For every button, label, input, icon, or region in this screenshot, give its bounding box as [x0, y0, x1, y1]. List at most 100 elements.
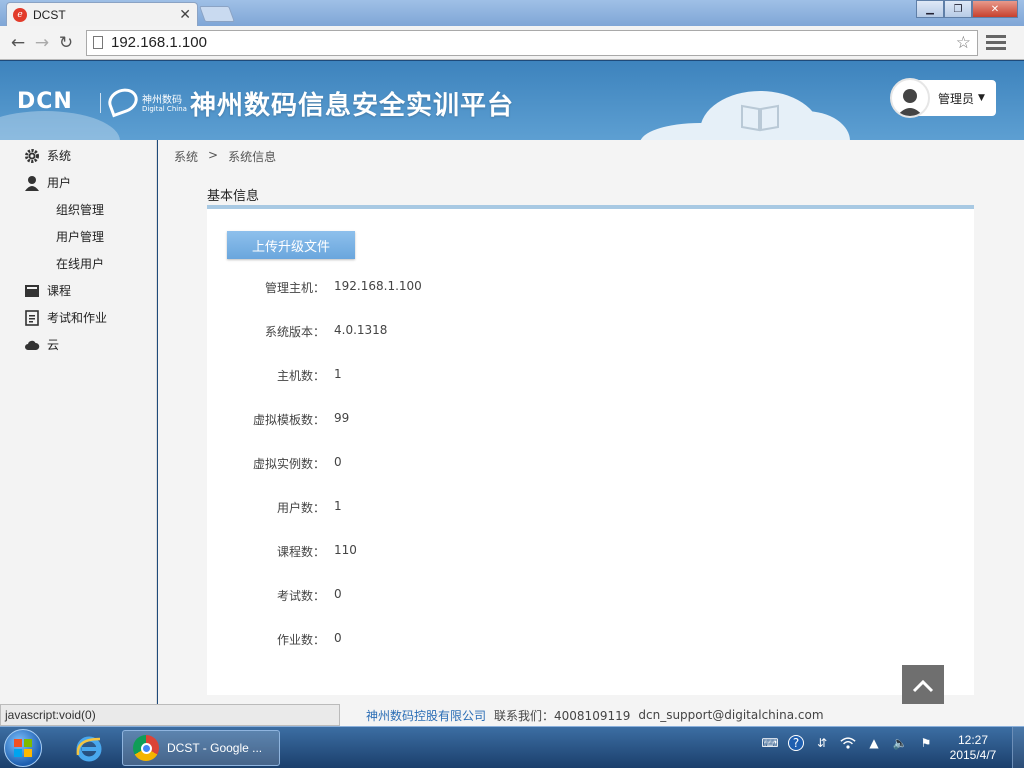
- exam-icon: [24, 309, 40, 326]
- windows-logo-icon: [14, 739, 32, 757]
- info-row: 管理主机： 192.168.1.100: [207, 279, 707, 295]
- new-tab-button[interactable]: [199, 6, 235, 22]
- sidebar-item-user[interactable]: 用户: [24, 174, 71, 191]
- user-menu[interactable]: 管理员 ▼: [890, 78, 996, 118]
- sidebar-item-course[interactable]: 课程: [24, 282, 71, 299]
- info-row: 作业数： 0: [207, 631, 707, 647]
- basic-info-panel: 上传升级文件 管理主机： 192.168.1.100 系统版本： 4.0.131…: [207, 205, 974, 695]
- chevron-up-icon: [912, 679, 934, 693]
- avatar-icon: [890, 78, 930, 118]
- info-value: 99: [334, 411, 350, 425]
- caret-down-icon: ▼: [978, 93, 985, 103]
- bookmark-star-icon[interactable]: ☆: [956, 33, 971, 53]
- info-value: 1: [334, 367, 342, 381]
- address-bar[interactable]: 192.168.1.100 ☆: [86, 29, 978, 56]
- info-label: 虚拟实例数：: [252, 457, 325, 471]
- scroll-to-top-button[interactable]: [902, 665, 944, 707]
- info-row: 用户数： 1: [207, 499, 707, 515]
- reload-icon[interactable]: ↻: [54, 31, 78, 55]
- info-label: 课程数：: [276, 545, 325, 559]
- sidebar-item-cloud[interactable]: 云: [24, 336, 59, 353]
- keyboard-icon[interactable]: ⌨: [761, 735, 778, 751]
- taskbar-chrome-label: DCST - Google ...: [167, 741, 263, 755]
- course-icon: [24, 283, 40, 299]
- close-window-button[interactable]: ✕: [972, 0, 1018, 18]
- brand-cn: 神州数码: [142, 95, 182, 106]
- info-value: 110: [334, 543, 357, 557]
- info-row: 主机数： 1: [207, 367, 707, 383]
- start-button[interactable]: [4, 729, 42, 767]
- sidebar-item-label: 考试和作业: [47, 311, 108, 325]
- footer-contact: 联系我们：4008109119: [494, 708, 631, 723]
- network-flag-icon[interactable]: ⚑: [918, 735, 934, 751]
- tab-close-icon[interactable]: ✕: [179, 7, 191, 23]
- user-icon: [24, 175, 40, 191]
- breadcrumb-separator: >: [208, 148, 219, 162]
- book-icon: [741, 104, 779, 132]
- upload-upgrade-file-button[interactable]: 上传升级文件: [227, 231, 355, 259]
- breadcrumb-root[interactable]: 系统: [174, 148, 198, 165]
- minimize-button[interactable]: ▁: [916, 0, 944, 18]
- window-controls: ▁ ❐ ✕: [916, 0, 1018, 18]
- sidebar-item-label: 云: [47, 338, 60, 352]
- clock-time: 12:27: [957, 733, 989, 747]
- sidebar-item-online-users[interactable]: 在线用户: [56, 255, 104, 272]
- dcn-logo: DCN: [17, 89, 73, 114]
- main-content: 系统 > 系统信息 基本信息 上传升级文件 管理主机： 192.168.1.10…: [158, 140, 1024, 707]
- sidebar-item-user-management[interactable]: 用户管理: [56, 228, 104, 245]
- sidebar-item-label: 用户: [47, 176, 72, 190]
- tab-title: DCST: [33, 7, 66, 22]
- taskbar-clock[interactable]: 12:27 2015/4/7: [940, 733, 1006, 763]
- site-favicon-icon: e: [13, 7, 27, 22]
- info-value: 4.0.1318: [334, 323, 388, 337]
- clock-date: 2015/4/7: [949, 748, 997, 762]
- url-text[interactable]: 192.168.1.100: [111, 34, 956, 51]
- logo-divider: [100, 93, 101, 113]
- footer-company-link[interactable]: 神州数码控股有限公司: [366, 707, 486, 724]
- breadcrumb-current: 系统信息: [228, 150, 277, 164]
- browser-status-bar: javascript:void(0): [0, 704, 340, 726]
- brand-en: Digital China: [142, 105, 187, 113]
- user-name: 管理员: [938, 91, 975, 106]
- taskbar-chrome-button[interactable]: DCST - Google ...: [122, 730, 280, 766]
- sidebar-item-label: 课程: [47, 284, 72, 298]
- forward-arrow-icon[interactable]: →: [30, 31, 54, 55]
- info-value: 0: [334, 587, 342, 601]
- info-row: 系统版本： 4.0.1318: [207, 323, 707, 339]
- sidebar-item-exam[interactable]: 考试和作业: [24, 309, 107, 326]
- volume-icon[interactable]: 🔈: [892, 735, 908, 751]
- help-icon[interactable]: ?: [788, 735, 804, 751]
- footer-email: dcn_support@digitalchina.com: [638, 708, 824, 722]
- windows-taskbar: DCST - Google ... ⌨ ? ⇵ ▲ 🔈 ⚑ 12:27 2015…: [0, 726, 1024, 768]
- settings-small-icon[interactable]: ⇵: [814, 735, 830, 751]
- sidebar-item-system[interactable]: 系统: [24, 147, 71, 164]
- section-title: 基本信息: [207, 189, 260, 204]
- info-value: 0: [334, 631, 342, 645]
- info-row: 虚拟模板数： 99: [207, 411, 707, 427]
- info-value: 192.168.1.100: [334, 279, 422, 293]
- app-header: DCN 神州数码 Digital China 神州数码信息安全实训平台: [0, 61, 1024, 140]
- page-icon: [93, 36, 103, 49]
- info-label: 虚拟模板数：: [252, 413, 325, 427]
- info-row: 虚拟实例数： 0: [207, 455, 707, 471]
- browser-tab-strip: e DCST ✕ ▁ ❐ ✕: [0, 0, 1024, 26]
- show-hidden-icons-icon[interactable]: ▲: [866, 735, 882, 751]
- browser-tab[interactable]: e DCST ✕: [6, 2, 198, 26]
- info-label: 作业数：: [276, 633, 325, 647]
- cloud-icon: [24, 337, 40, 353]
- show-desktop-button[interactable]: [1012, 727, 1024, 768]
- system-tray: ⌨ ? ⇵ ▲ 🔈 ⚑: [761, 735, 934, 751]
- browser-menu-icon[interactable]: [986, 35, 1006, 50]
- info-value: 1: [334, 499, 342, 513]
- internet-explorer-icon[interactable]: [66, 731, 112, 765]
- gear-icon: [24, 148, 40, 164]
- back-arrow-icon[interactable]: ←: [6, 31, 30, 55]
- wifi-icon[interactable]: [840, 735, 856, 751]
- info-row: 考试数： 0: [207, 587, 707, 603]
- sidebar-item-org-management[interactable]: 组织管理: [56, 201, 104, 218]
- sidebar-item-label: 系统: [47, 149, 72, 163]
- chrome-icon: [133, 735, 159, 761]
- restore-button[interactable]: ❐: [944, 0, 972, 18]
- platform-title: 神州数码信息安全实训平台: [190, 91, 515, 121]
- browser-toolbar: ← → ↻ 192.168.1.100 ☆: [0, 26, 1024, 60]
